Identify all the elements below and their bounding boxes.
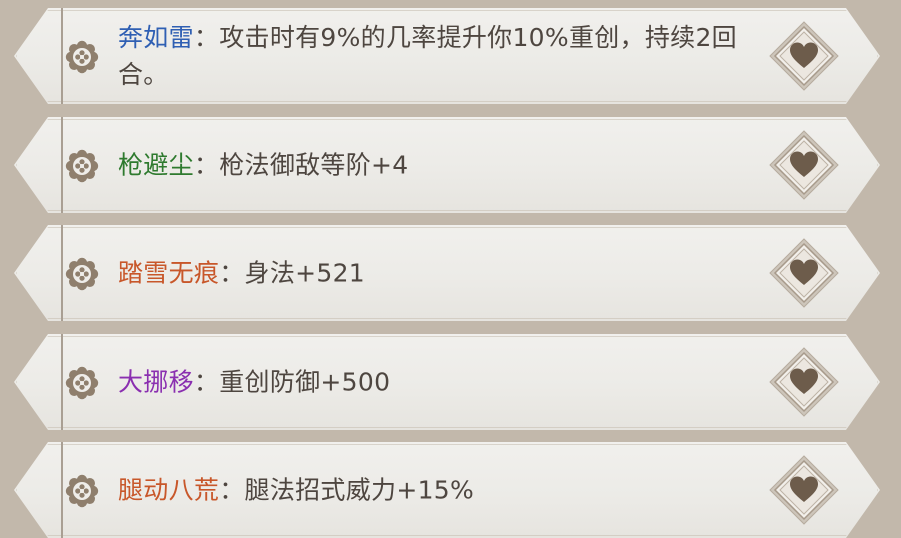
buff-separator: ： bbox=[219, 258, 245, 288]
buff-card-2[interactable]: 枪避尘：枪法御敌等阶+4 bbox=[14, 117, 880, 213]
flower-icon bbox=[62, 254, 102, 294]
buff-separator: ： bbox=[219, 475, 245, 505]
buff-effect: 腿法招式威力+15% bbox=[244, 475, 475, 505]
buff-card-5[interactable]: 腿动八荒：腿法招式威力+15% bbox=[14, 442, 880, 538]
buff-description: 大挪移：重创防御+500 bbox=[118, 364, 760, 401]
heart-icon[interactable] bbox=[768, 346, 840, 418]
buff-separator: ： bbox=[193, 150, 220, 180]
heart-icon[interactable] bbox=[768, 237, 840, 309]
buff-description: 踏雪无痕：身法+521 bbox=[118, 255, 760, 292]
flower-icon bbox=[62, 471, 102, 511]
buff-name: 大挪移 bbox=[118, 367, 194, 397]
buff-name: 踏雪无痕 bbox=[118, 258, 220, 288]
flower-icon bbox=[62, 363, 102, 403]
buff-effect: 身法+521 bbox=[244, 258, 365, 288]
buff-name: 腿动八荒 bbox=[118, 475, 220, 505]
buff-name: 奔如雷 bbox=[118, 23, 194, 52]
buff-name: 枪避尘 bbox=[118, 150, 194, 180]
buff-effect: 枪法御敌等阶+4 bbox=[219, 150, 409, 180]
heart-icon[interactable] bbox=[768, 129, 840, 201]
heart-icon[interactable] bbox=[768, 20, 840, 92]
buff-separator: ： bbox=[193, 23, 220, 52]
buff-separator: ： bbox=[193, 367, 220, 397]
heart-icon[interactable] bbox=[768, 454, 840, 526]
buff-card-3[interactable]: 踏雪无痕：身法+521 bbox=[14, 225, 880, 321]
buff-description: 奔如雷：攻击时有9%的几率提升你10%重创，持续2回合。 bbox=[118, 19, 760, 93]
buff-description: 枪避尘：枪法御敌等阶+4 bbox=[118, 147, 760, 184]
buff-card-1[interactable]: 奔如雷：攻击时有9%的几率提升你10%重创，持续2回合。 bbox=[14, 8, 880, 104]
buff-list: 奔如雷：攻击时有9%的几率提升你10%重创，持续2回合。 枪避尘：枪法御敌等阶+… bbox=[0, 0, 901, 538]
buff-description: 腿动八荒：腿法招式威力+15% bbox=[118, 472, 760, 509]
buff-card-4[interactable]: 大挪移：重创防御+500 bbox=[14, 334, 880, 430]
flower-icon bbox=[62, 37, 102, 77]
buff-effect: 重创防御+500 bbox=[219, 367, 391, 397]
flower-icon bbox=[62, 146, 102, 186]
